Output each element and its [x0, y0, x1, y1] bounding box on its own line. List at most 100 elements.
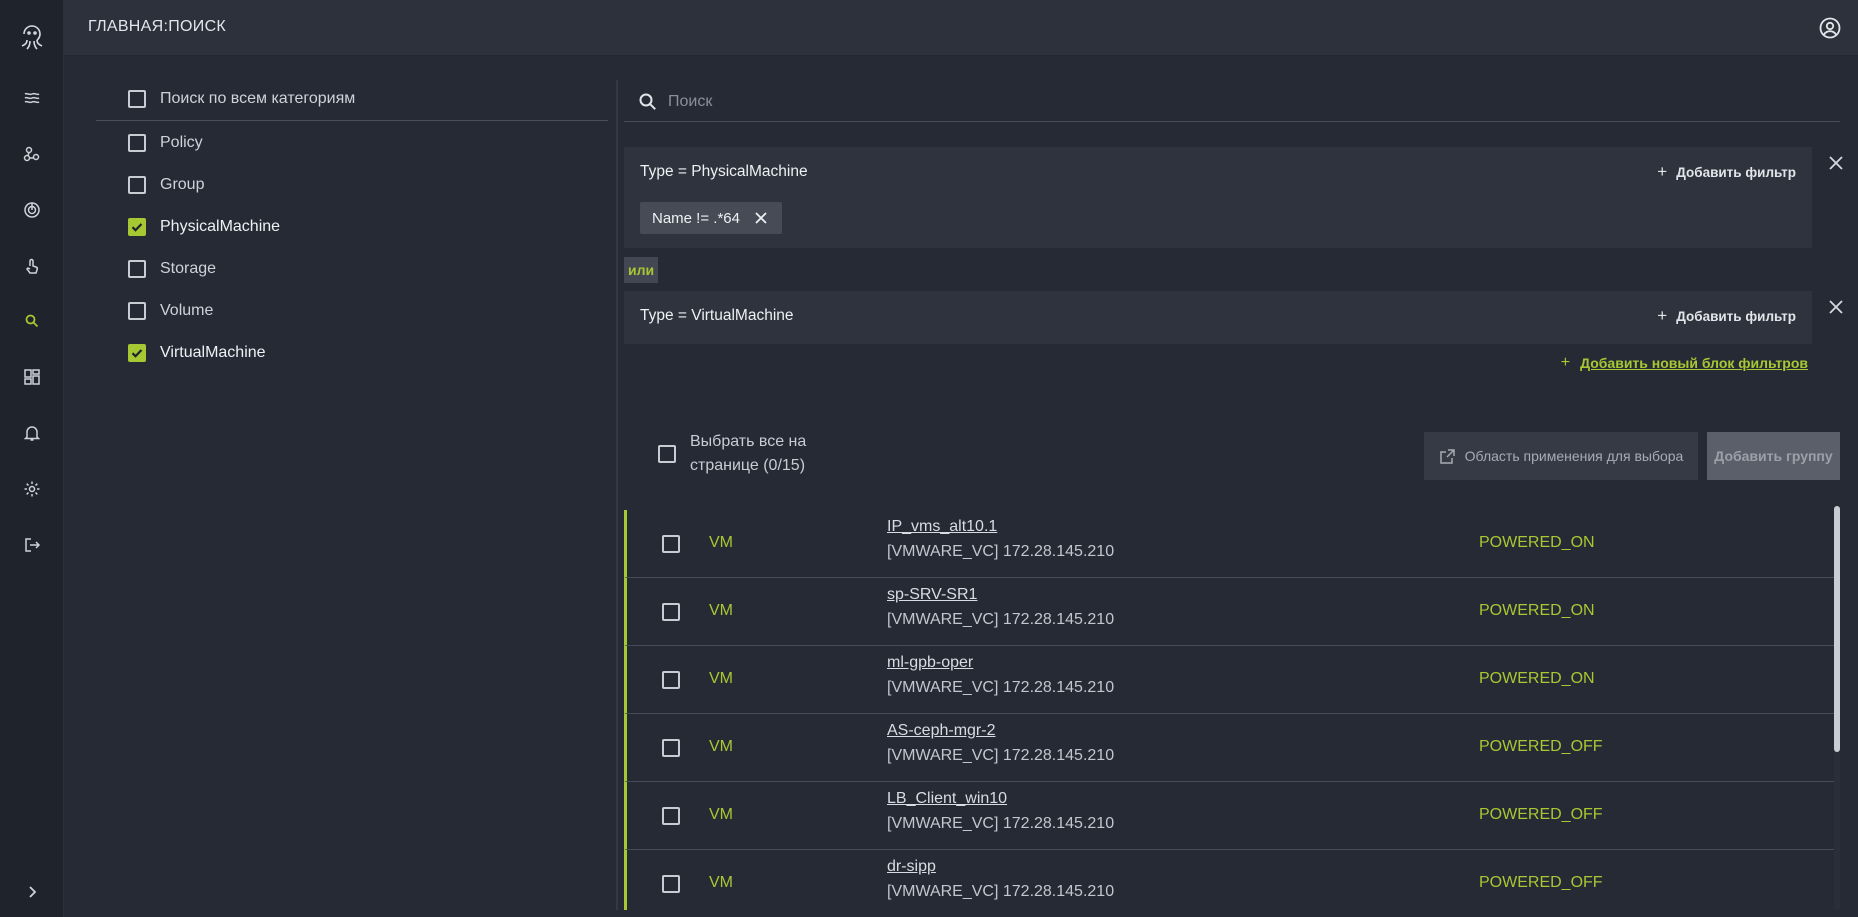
nav-topology[interactable] — [20, 142, 44, 166]
nav-monitoring[interactable] — [20, 198, 44, 222]
touch-icon — [26, 258, 39, 274]
row-state: POWERED_OFF — [1479, 738, 1603, 755]
results-list: VM IP_vms_alt10.1 [VMWARE_VC] 172.28.145… — [624, 510, 1834, 910]
add-filter-button[interactable]: + Добавить фильтр — [1657, 306, 1796, 326]
category-group[interactable]: Group — [96, 164, 608, 206]
category-physicalmachine[interactable]: PhysicalMachine — [96, 206, 608, 248]
search-icon — [639, 93, 656, 110]
octopus-logo-icon[interactable] — [18, 22, 46, 52]
category-checkbox[interactable] — [128, 176, 146, 194]
category-checkbox[interactable] — [128, 134, 146, 152]
category-label: Group — [160, 176, 205, 193]
row-kind: VM — [709, 602, 733, 619]
category-storage[interactable]: Storage — [96, 248, 608, 290]
list-item[interactable]: VM dr-sipp [VMWARE_VC] 172.28.145.210 PO… — [624, 850, 1834, 910]
category-label: Volume — [160, 302, 214, 319]
row-kind: VM — [709, 670, 733, 687]
category-virtualmachine[interactable]: VirtualMachine — [96, 332, 608, 374]
nav-dashboard[interactable] — [20, 365, 44, 389]
nav-notifications[interactable] — [20, 421, 44, 445]
add-filter-label: Добавить фильтр — [1676, 308, 1796, 324]
category-volume[interactable]: Volume — [96, 290, 608, 332]
row-checkbox[interactable] — [662, 671, 680, 689]
category-checkbox[interactable] — [128, 218, 146, 236]
row-state: POWERED_ON — [1479, 534, 1595, 551]
monitoring-icon — [24, 202, 40, 218]
row-source: [VMWARE_VC] 172.28.145.210 — [887, 815, 1115, 832]
row-name-link[interactable]: AS-ceph-mgr-2 — [887, 722, 995, 740]
account-circle-icon[interactable] — [1818, 16, 1842, 40]
results-scrollbar-thumb[interactable] — [1834, 506, 1840, 752]
nav-search[interactable] — [20, 309, 44, 333]
row-state: POWERED_ON — [1479, 602, 1595, 619]
category-divider — [96, 120, 608, 121]
selection-scope-label: Область применения для выбора — [1464, 448, 1684, 464]
list-item[interactable]: VM IP_vms_alt10.1 [VMWARE_VC] 172.28.145… — [624, 510, 1834, 578]
category-checkbox[interactable] — [128, 302, 146, 320]
category-label: VirtualMachine — [160, 344, 266, 361]
category-all[interactable]: Поиск по всем категориям — [96, 78, 608, 120]
list-item[interactable]: VM sp-SRV-SR1 [VMWARE_VC] 172.28.145.210… — [624, 578, 1834, 646]
close-icon[interactable] — [754, 211, 768, 225]
topology-icon — [23, 146, 40, 162]
gear-icon — [24, 481, 40, 497]
plus-icon: + — [1560, 354, 1571, 371]
plus-icon: + — [1657, 306, 1668, 325]
list-item[interactable]: VM LB_Client_win10 [VMWARE_VC] 172.28.14… — [624, 782, 1834, 850]
add-group-button[interactable]: Добавить группу — [1707, 432, 1840, 480]
side-rail — [0, 0, 64, 917]
panel-divider — [616, 80, 618, 910]
filter-chip[interactable]: Name != .*64 — [640, 202, 782, 234]
nav-settings[interactable] — [20, 477, 44, 501]
nav-layers[interactable] — [20, 86, 44, 110]
row-state: POWERED_OFF — [1479, 874, 1603, 891]
category-all-checkbox[interactable] — [128, 90, 146, 108]
category-policy[interactable]: Policy — [96, 122, 608, 164]
open-external-icon — [1439, 448, 1455, 464]
row-kind: VM — [709, 806, 733, 823]
list-item[interactable]: VM AS-ceph-mgr-2 [VMWARE_VC] 172.28.145.… — [624, 714, 1834, 782]
category-label: PhysicalMachine — [160, 218, 281, 235]
layers-icon — [24, 92, 40, 104]
dashboard-icon — [24, 369, 40, 385]
row-name-link[interactable]: LB_Client_win10 — [887, 790, 1007, 808]
row-name-link[interactable]: sp-SRV-SR1 — [887, 586, 977, 604]
selection-scope-button[interactable]: Область применения для выбора — [1424, 432, 1698, 480]
row-checkbox[interactable] — [662, 739, 680, 757]
nav-logout[interactable] — [20, 533, 44, 557]
row-kind: VM — [709, 534, 733, 551]
nav-touch[interactable] — [20, 254, 44, 278]
row-source: [VMWARE_VC] 172.28.145.210 — [887, 543, 1115, 560]
page-title: ГЛАВНАЯ:ПОИСК — [88, 18, 227, 35]
list-item[interactable]: VM ml-gpb-oper [VMWARE_VC] 172.28.145.21… — [624, 646, 1834, 714]
category-label: Policy — [160, 134, 203, 151]
select-all-checkbox[interactable] — [658, 445, 676, 463]
category-checkbox[interactable] — [128, 344, 146, 362]
search-icon — [25, 314, 39, 328]
row-state: POWERED_OFF — [1479, 806, 1603, 823]
row-checkbox[interactable] — [662, 807, 680, 825]
bell-icon — [23, 426, 41, 441]
select-all-on-page[interactable]: Выбрать все на странице (0/15) — [658, 430, 840, 478]
close-icon[interactable] — [1827, 154, 1845, 172]
close-icon[interactable] — [1827, 298, 1845, 316]
row-name-link[interactable]: IP_vms_alt10.1 — [887, 518, 997, 536]
or-badge: или — [624, 257, 659, 283]
checkmark-icon — [131, 349, 143, 358]
search-bar — [624, 82, 1840, 122]
row-checkbox[interactable] — [662, 535, 680, 553]
add-filter-button[interactable]: + Добавить фильтр — [1657, 162, 1796, 182]
search-input[interactable] — [668, 88, 1828, 116]
row-source: [VMWARE_VC] 172.28.145.210 — [887, 679, 1115, 696]
row-name-link[interactable]: dr-sipp — [887, 858, 936, 876]
row-checkbox[interactable] — [662, 875, 680, 893]
filter-block-title: Type = VirtualMachine — [640, 307, 794, 324]
top-bar: ГЛАВНАЯ:ПОИСК — [64, 0, 1858, 56]
expand-rail-button[interactable] — [20, 880, 44, 904]
select-all-label: Выбрать все на странице (0/15) — [690, 433, 807, 474]
add-filter-block-button[interactable]: + Добавить новый блок фильтров — [1561, 354, 1808, 372]
row-checkbox[interactable] — [662, 603, 680, 621]
row-name-link[interactable]: ml-gpb-oper — [887, 654, 973, 672]
category-checkbox[interactable] — [128, 260, 146, 278]
plus-icon: + — [1657, 162, 1668, 181]
